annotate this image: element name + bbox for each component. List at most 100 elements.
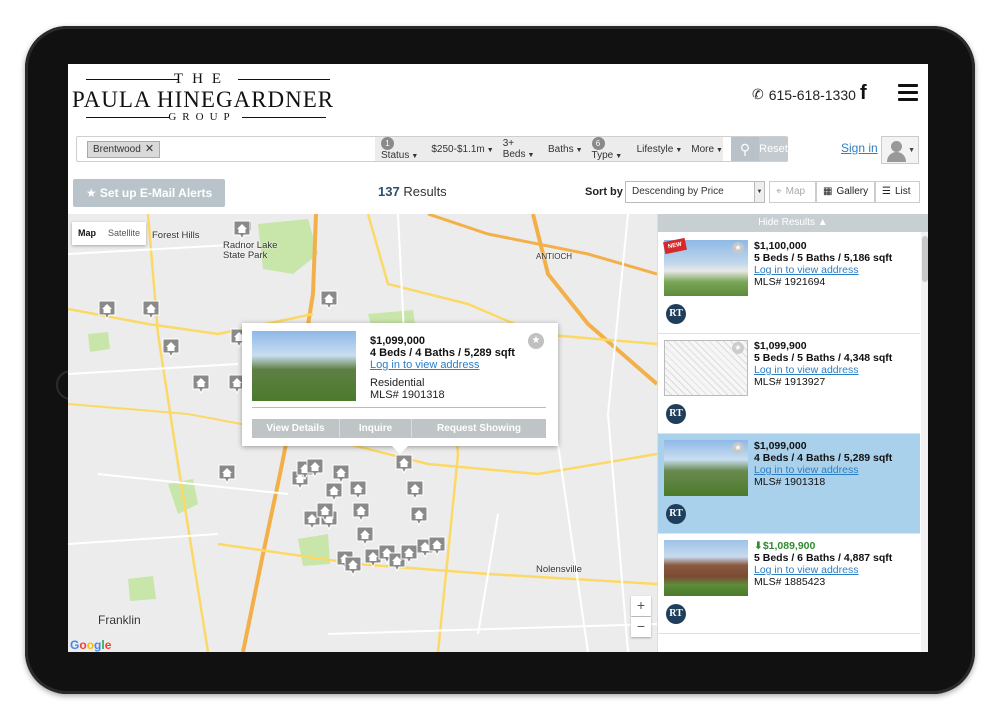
email-alerts-button[interactable]: ★ Set up E-Mail Alerts bbox=[73, 179, 225, 207]
chevron-down-icon: ▼ bbox=[527, 152, 535, 159]
google-logo: Google bbox=[70, 638, 112, 652]
filter-lifestyle[interactable]: Lifestyle ▼ bbox=[637, 144, 683, 155]
user-menu[interactable]: ▼ bbox=[881, 136, 919, 164]
map-type-toggle[interactable]: Map Satellite bbox=[72, 222, 147, 245]
sign-in-link[interactable]: Sign in bbox=[841, 141, 878, 155]
listing-price: $1,099,000 bbox=[754, 440, 807, 452]
filter-baths[interactable]: Baths ▼ bbox=[548, 144, 583, 155]
map-pin-icon[interactable] bbox=[428, 536, 446, 556]
popup-type: Residential bbox=[370, 377, 425, 389]
map-pin-icon[interactable] bbox=[325, 482, 343, 502]
zoom-out-button[interactable]: − bbox=[631, 617, 651, 637]
map-pin-icon[interactable] bbox=[406, 480, 424, 500]
phone-link[interactable]: ✆ 615-618-1330 bbox=[752, 86, 856, 103]
logo[interactable]: THE PAULA HINEGARDNER GROUP bbox=[72, 71, 335, 126]
map-pin-icon[interactable] bbox=[98, 300, 116, 320]
map-pin-icon[interactable] bbox=[142, 300, 160, 320]
map-pin-icon[interactable] bbox=[192, 374, 210, 394]
listing-card[interactable]: ★ $1,099,900 5 Beds / 5 Baths / 4,348 sq… bbox=[658, 334, 920, 434]
logo-group: GROUP bbox=[168, 111, 236, 123]
listing-card[interactable]: ⬇$1,089,900 5 Beds / 6 Baths / 4,887 sqf… bbox=[658, 534, 920, 634]
map-pin-icon[interactable] bbox=[349, 480, 367, 500]
chevron-down-icon: ▼ bbox=[575, 146, 583, 154]
inquire-button[interactable]: Inquire bbox=[340, 419, 412, 438]
search-button[interactable]: ⚲ bbox=[731, 137, 759, 161]
hide-results-button[interactable]: Hide Results ▲ bbox=[658, 214, 928, 232]
filter-status[interactable]: 1Status ▼ bbox=[381, 137, 422, 161]
listing-photo[interactable] bbox=[664, 540, 748, 596]
filter-label: $250-$1.1m bbox=[431, 143, 485, 155]
map-pin-icon[interactable] bbox=[316, 502, 334, 522]
location-tag[interactable]: Brentwood ✕ bbox=[87, 141, 161, 158]
chevron-down-icon: ▼ bbox=[716, 146, 723, 154]
sort-value: Descending by Price bbox=[632, 186, 724, 197]
listing-login-link[interactable]: Log in to view address bbox=[754, 564, 892, 576]
remove-tag-icon[interactable]: ✕ bbox=[145, 142, 154, 157]
favorite-star-icon[interactable]: ★ bbox=[528, 333, 544, 349]
listing-card[interactable]: NEW ★ $1,100,000 5 Beds / 5 Baths / 5,18… bbox=[658, 234, 920, 334]
filter-label: More bbox=[691, 143, 715, 155]
favorite-star-icon[interactable]: ★ bbox=[732, 442, 744, 454]
search-bar[interactable]: Brentwood ✕ 1Status ▼ $250-$1.1m ▼ 3+ Beds… bbox=[76, 136, 788, 162]
map-pin-icon[interactable] bbox=[395, 454, 413, 474]
listing-popup[interactable]: $1,099,000 4 Beds / 4 Baths / 5,289 sqft… bbox=[242, 323, 558, 454]
filter-price[interactable]: $250-$1.1m ▼ bbox=[431, 144, 493, 155]
listing-mls: MLS# 1901318 bbox=[754, 476, 826, 488]
map-toggle-map[interactable]: Map bbox=[72, 222, 102, 245]
map-pin-icon[interactable] bbox=[320, 290, 338, 310]
results-panel[interactable]: Hide Results ▲ NEW ★ $1,100,000 5 Beds /… bbox=[657, 214, 928, 652]
results-label: Results bbox=[403, 184, 447, 199]
map-pin-icon[interactable] bbox=[233, 220, 251, 240]
listing-mls: MLS# 1913927 bbox=[754, 376, 826, 388]
map-pin-icon[interactable] bbox=[306, 458, 324, 478]
reset-button[interactable]: Reset bbox=[759, 137, 788, 161]
phone-number: 615-618-1330 bbox=[768, 86, 856, 103]
filter-more[interactable]: More ▼ bbox=[691, 144, 723, 155]
filter-bar: 1Status ▼ $250-$1.1m ▼ 3+ Beds ▼ Baths ▼ 6Ty… bbox=[375, 137, 723, 161]
popup-beds: 4 Beds / 4 Baths / 5,289 sqft bbox=[370, 347, 515, 359]
map[interactable]: Map Satellite Forest Hills Radnor Lake S… bbox=[68, 214, 657, 652]
view-list-button[interactable]: ☰ List bbox=[875, 181, 920, 203]
filter-beds[interactable]: 3+ Beds ▼ bbox=[503, 138, 539, 160]
phone-icon: ✆ bbox=[752, 86, 764, 102]
map-pin-icon[interactable] bbox=[352, 502, 370, 522]
hamburger-icon[interactable] bbox=[898, 84, 918, 101]
star-icon: ★ bbox=[85, 186, 97, 200]
listing-card[interactable]: ★ $1,099,000 4 Beds / 4 Baths / 5,289 sq… bbox=[658, 434, 920, 534]
facebook-icon[interactable]: f bbox=[860, 82, 867, 105]
avatar bbox=[891, 141, 902, 152]
filter-type[interactable]: 6Type ▼ bbox=[591, 137, 628, 161]
results-scrollbar[interactable] bbox=[921, 232, 928, 652]
listing-mls: MLS# 1921694 bbox=[754, 276, 826, 288]
favorite-star-icon[interactable]: ★ bbox=[732, 342, 744, 354]
popup-pointer bbox=[392, 446, 408, 454]
zoom-in-button[interactable]: + bbox=[631, 596, 651, 616]
request-showing-button[interactable]: Request Showing bbox=[412, 419, 546, 438]
view-map-label: Map bbox=[785, 186, 806, 197]
grid-icon: ▦ bbox=[823, 186, 833, 197]
chevron-down-icon: ▼ bbox=[754, 182, 764, 202]
map-pin-icon[interactable] bbox=[162, 338, 180, 358]
listing-login-link[interactable]: Log in to view address bbox=[754, 264, 892, 276]
scrollbar-thumb[interactable] bbox=[922, 236, 928, 282]
favorite-star-icon[interactable]: ★ bbox=[732, 242, 744, 254]
logo-name: PAULA HINEGARDNER bbox=[72, 87, 335, 112]
map-pin-icon[interactable] bbox=[344, 556, 362, 576]
map-pin-icon[interactable] bbox=[356, 526, 374, 546]
map-pin-icon[interactable] bbox=[410, 506, 428, 526]
view-gallery-button[interactable]: ▦ Gallery bbox=[816, 181, 875, 203]
listing-photo[interactable] bbox=[252, 331, 356, 401]
view-map-button[interactable]: ⌖ Map bbox=[769, 181, 816, 203]
map-pin-icon[interactable] bbox=[218, 464, 236, 484]
view-details-button[interactable]: View Details bbox=[252, 419, 340, 438]
site-header: THE PAULA HINEGARDNER GROUP ✆ 615-618-13… bbox=[68, 64, 928, 130]
map-toggle-satellite[interactable]: Satellite bbox=[102, 222, 146, 245]
listing-login-link[interactable]: Log in to view address bbox=[754, 364, 892, 376]
map-pin-icon[interactable] bbox=[332, 464, 350, 484]
listing-login-link[interactable]: Log in to view address bbox=[754, 464, 892, 476]
listing-beds: 5 Beds / 5 Baths / 4,348 sqft bbox=[754, 352, 893, 364]
filter-label: 3+ Beds bbox=[502, 138, 526, 160]
sort-select[interactable]: Descending by Price ▼ bbox=[625, 181, 765, 203]
chevron-down-icon: ▼ bbox=[615, 153, 623, 160]
popup-login-link[interactable]: Log in to view address bbox=[370, 359, 479, 371]
